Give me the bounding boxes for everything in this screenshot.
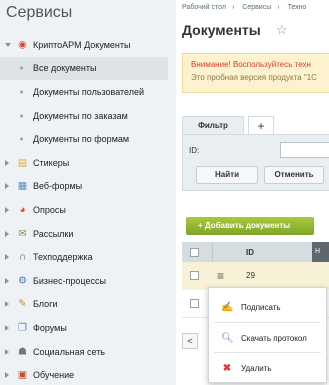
- bullet-icon: [20, 66, 23, 70]
- sidebar-subitem-user-documents[interactable]: Документы пользователей: [0, 80, 168, 104]
- sidebar-item-learning[interactable]: ▣ Обучение: [0, 363, 168, 385]
- blog-icon: ✎: [18, 298, 27, 310]
- sidebar-subitem-order-documents[interactable]: Документы по заказам: [0, 104, 168, 128]
- column-header-id[interactable]: ID: [246, 248, 254, 257]
- breadcrumb: Рабочий стол › Сервисы › Техно: [182, 4, 312, 11]
- expand-arrow-icon[interactable]: [5, 301, 9, 308]
- breadcrumb-separator: ›: [231, 4, 235, 11]
- delete-icon: ✖: [222, 363, 232, 374]
- find-button[interactable]: Найти: [196, 166, 258, 184]
- row-context-menu: ✍ Подписать 🔍︎ Скачать протокол ✖ Удалит…: [208, 287, 327, 383]
- sidebar-item-mailings[interactable]: ✉ Рассылки: [0, 222, 168, 246]
- forum-icon: ❐: [18, 322, 27, 334]
- expand-arrow-icon[interactable]: [5, 324, 9, 331]
- bullet-icon: [20, 137, 23, 141]
- grid-header: ID Н: [182, 242, 329, 262]
- reset-button[interactable]: Отменить: [264, 166, 324, 184]
- expand-arrow-icon[interactable]: [5, 42, 11, 47]
- star-icon[interactable]: ☆: [276, 22, 288, 38]
- filter-id-label: ID:: [189, 146, 200, 155]
- expand-arrow-icon[interactable]: [5, 206, 9, 213]
- row-checkbox[interactable]: [190, 271, 199, 280]
- sidebar-item-webforms[interactable]: ▦ Веб-формы: [0, 175, 168, 199]
- sidebar-subitem-form-documents[interactable]: Документы по формам: [0, 127, 168, 151]
- sticker-icon: ▤: [17, 157, 28, 169]
- sidebar: Сервисы ◉ КриптоАРМ Документы Все докуме…: [0, 0, 168, 385]
- breadcrumb-item-tech[interactable]: Техно: [288, 4, 307, 11]
- sidebar-title: Сервисы: [6, 4, 73, 21]
- add-filter-tab-button[interactable]: +: [248, 116, 274, 134]
- column-divider: [212, 242, 213, 262]
- row-checkbox[interactable]: [190, 299, 199, 308]
- menu-item-sign[interactable]: ✍ Подписать: [209, 294, 326, 320]
- menu-item-delete[interactable]: ✖ Удалить: [209, 355, 326, 381]
- breadcrumb-separator: ›: [277, 4, 280, 11]
- sidebar-item-forums[interactable]: ❐ Форумы: [0, 316, 168, 340]
- sidebar-subitem-all-documents[interactable]: Все документы: [0, 56, 168, 81]
- poll-icon: ◕: [19, 204, 26, 216]
- sign-icon: ✍: [221, 302, 234, 313]
- expand-arrow-icon[interactable]: [5, 277, 9, 284]
- sidebar-menu: ◉ КриптоАРМ Документы Все документы Доку…: [0, 33, 168, 385]
- pager-prev-button[interactable]: <: [182, 333, 198, 349]
- kriptoarm-icon: ◉: [18, 39, 27, 51]
- expand-arrow-icon[interactable]: [5, 159, 9, 166]
- row-id: 29: [246, 271, 255, 280]
- mail-icon: ✉: [18, 228, 27, 240]
- learning-icon: ▣: [17, 369, 28, 381]
- bullet-icon: [20, 90, 23, 94]
- download-protocol-icon: 🔍︎: [221, 333, 234, 344]
- alert-warning-text: Внимание! Воспользуйтесь техн: [191, 60, 311, 69]
- breadcrumb-item-services[interactable]: Сервисы: [242, 4, 271, 11]
- page-title: Документы: [182, 22, 261, 38]
- expand-arrow-icon[interactable]: [5, 254, 9, 261]
- sidebar-item-support[interactable]: ∩ Техподдержка: [0, 245, 168, 269]
- column-header-name[interactable]: Н: [312, 242, 329, 262]
- tab-filter[interactable]: Фильтр: [182, 116, 244, 134]
- social-icon: ☗: [18, 346, 27, 358]
- add-documents-button[interactable]: + Добавить документы: [186, 217, 314, 235]
- headset-icon: ∩: [18, 251, 27, 263]
- sidebar-item-kriptoarm[interactable]: ◉ КриптоАРМ Документы: [0, 33, 168, 57]
- filter-id-input[interactable]: [280, 142, 329, 158]
- expand-arrow-icon[interactable]: [5, 183, 9, 190]
- expand-arrow-icon[interactable]: [5, 372, 9, 379]
- breadcrumb-item-desktop[interactable]: Рабочий стол: [182, 4, 226, 11]
- process-icon: ⚙: [18, 275, 27, 287]
- expand-arrow-icon[interactable]: [5, 348, 9, 355]
- webform-icon: ▦: [17, 180, 28, 192]
- sidebar-item-polls[interactable]: ◕ Опросы: [0, 198, 168, 222]
- sidebar-item-label: КриптоАРМ Документы: [33, 39, 131, 50]
- sidebar-item-blogs[interactable]: ✎ Блоги: [0, 293, 168, 317]
- trial-alert: Внимание! Воспользуйтесь техн Это пробна…: [182, 53, 329, 93]
- expand-arrow-icon[interactable]: [5, 230, 9, 237]
- alert-note-text: Это пробная версия продукта "1С: [191, 73, 317, 82]
- table-row[interactable]: ≡ 29: [182, 262, 329, 290]
- menu-item-download-protocol[interactable]: 🔍︎ Скачать протокол: [209, 325, 326, 351]
- menu-separator: [214, 322, 321, 323]
- sidebar-item-social-network[interactable]: ☗ Социальная сеть: [0, 340, 168, 364]
- sidebar-item-business-processes[interactable]: ⚙ Бизнес-процессы: [0, 269, 168, 293]
- bullet-icon: [20, 114, 23, 118]
- select-all-checkbox[interactable]: [190, 248, 199, 257]
- sidebar-item-stickers[interactable]: ▤ Стикеры: [0, 151, 168, 175]
- menu-separator: [214, 352, 321, 353]
- row-menu-icon[interactable]: ≡: [217, 269, 224, 283]
